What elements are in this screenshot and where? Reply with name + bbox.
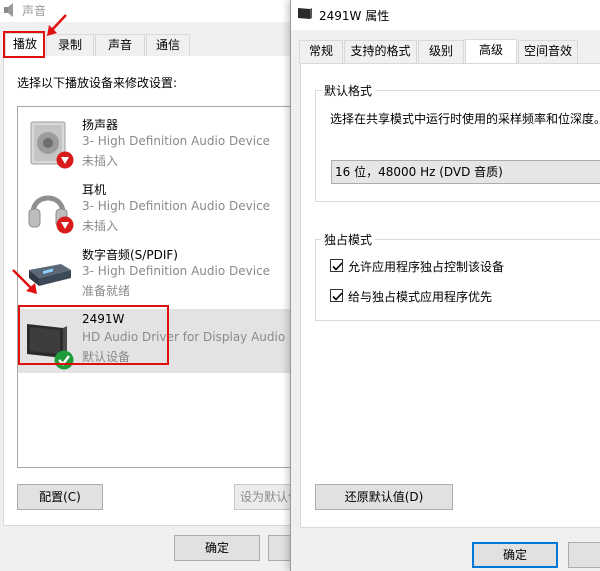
device-description: 3- High Definition Audio Device (82, 264, 271, 278)
exclusive-priority-checkbox[interactable] (330, 289, 343, 302)
sound-ok-button[interactable]: 确定 (174, 535, 260, 561)
down-arrow-badge-icon (56, 216, 74, 234)
tab-spatial-sound[interactable]: 空间音效 (518, 40, 578, 63)
device-status: 准备就绪 (82, 284, 131, 298)
tab-advanced[interactable]: 高级 (465, 39, 517, 63)
instruction-text: 选择以下播放设备来修改设置: (17, 76, 178, 90)
device-name: 2491W (82, 312, 125, 326)
device-name: 扬声器 (82, 118, 119, 132)
format-dropdown[interactable]: 16 位，48000 Hz (DVD 音质) (331, 160, 600, 184)
properties-dialog: 2491W 属性 常规 支持的格式 级别 高级 空间音效 默认格式 选择在共享模… (290, 0, 600, 571)
properties-dialog-title: 2491W 属性 (319, 9, 390, 23)
sound-app-icon (4, 3, 13, 17)
device-status: 未插入 (82, 154, 119, 168)
device-description: HD Audio Driver for Display Audio (82, 330, 286, 344)
checkmark-icon (332, 262, 343, 271)
allow-exclusive-control-label: 允许应用程序独占控制该设备 (348, 260, 505, 274)
tab-communications[interactable]: 通信 (146, 34, 190, 57)
device-item-headphones[interactable]: 耳机 3- High Definition Audio Device 未插入 (18, 178, 292, 242)
exclusive-mode-group (315, 239, 600, 321)
tab-supported-formats[interactable]: 支持的格式 (344, 40, 417, 63)
device-item-speaker[interactable]: 扬声器 3- High Definition Audio Device 未插入 (18, 113, 292, 177)
exclusive-priority-label: 给与独占模式应用程序优先 (348, 290, 493, 304)
set-default-button[interactable]: 设为默认值 (234, 484, 296, 510)
device-list[interactable]: 扬声器 3- High Definition Audio Device 未插入 … (17, 106, 293, 468)
default-format-group (315, 90, 600, 202)
sound-dialog: 声音 播放 录制 声音 通信 选择以下播放设备来修改设置: 扬声器 3- Hig… (0, 0, 300, 571)
sound-titlebar: 声音 (0, 0, 300, 22)
device-item-spdif[interactable]: 数字音频(S/PDIF) 3- High Definition Audio De… (18, 243, 292, 307)
tab-sounds[interactable]: 声音 (95, 34, 145, 57)
device-name: 耳机 (82, 183, 107, 197)
advanced-panel: 默认格式 选择在共享模式中运行时使用的采样频率和位深度。 16 位，48000 … (300, 63, 600, 528)
exclusive-mode-label: 独占模式 (321, 231, 376, 248)
device-status: 未插入 (82, 219, 119, 233)
properties-ok-button[interactable]: 确定 (472, 542, 558, 568)
device-name: 数字音频(S/PDIF) (82, 248, 178, 262)
configure-button[interactable]: 配置(C) (17, 484, 103, 510)
down-arrow-badge-icon (56, 151, 74, 169)
properties-titlebar: 2491W 属性 (291, 0, 600, 30)
default-format-description: 选择在共享模式中运行时使用的采样频率和位深度。 (330, 112, 600, 126)
checkmark-icon (332, 292, 343, 301)
check-badge-icon (54, 350, 74, 370)
tab-levels[interactable]: 级别 (418, 40, 464, 63)
spdif-device-icon (29, 264, 71, 286)
restore-defaults-button[interactable]: 还原默认值(D) (315, 484, 453, 510)
device-item-2491w[interactable]: 2491W HD Audio Driver for Display Audio … (18, 309, 292, 373)
device-description: 3- High Definition Audio Device (82, 134, 271, 148)
tab-general[interactable]: 常规 (299, 40, 343, 63)
default-format-label: 默认格式 (321, 82, 376, 99)
properties-cancel-button-partial[interactable] (568, 542, 600, 568)
tab-recording[interactable]: 录制 (46, 34, 94, 57)
playback-panel: 选择以下播放设备来修改设置: 扬声器 3- High Definition Au… (3, 56, 296, 526)
device-description: 3- High Definition Audio Device (82, 199, 271, 213)
device-status: 默认设备 (82, 350, 131, 364)
sound-dialog-title: 声音 (22, 4, 47, 18)
monitor-icon (298, 8, 312, 19)
tab-playback[interactable]: 播放 (5, 33, 45, 57)
allow-exclusive-control-checkbox[interactable] (330, 259, 343, 272)
